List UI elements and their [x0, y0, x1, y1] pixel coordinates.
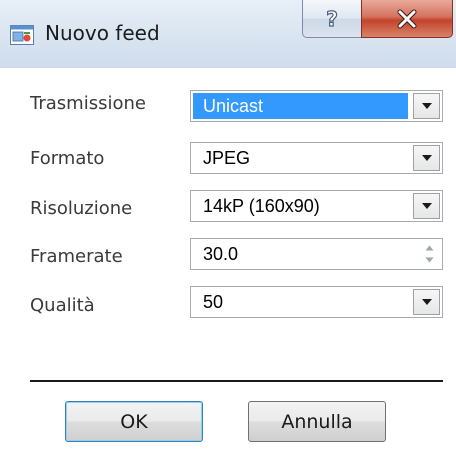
window-title: Nuovo feed [45, 21, 160, 45]
chevron-down-icon [421, 203, 432, 209]
chevron-down-icon [421, 155, 432, 161]
chevron-down-icon [425, 257, 434, 263]
svg-text:?: ? [326, 7, 338, 31]
trasmissione-label: Trasmissione [30, 93, 146, 114]
app-window-icon [10, 25, 34, 45]
framerate-spinbox[interactable]: 30.0 [190, 238, 443, 270]
chevron-up-icon [425, 245, 434, 251]
formato-label: Formato [30, 148, 105, 169]
framerate-value[interactable]: 30.0 [203, 241, 238, 267]
ok-button[interactable]: OK [65, 401, 203, 442]
risoluzione-dropdown-button[interactable] [413, 193, 440, 219]
spin-down-button[interactable] [421, 254, 438, 266]
trasmissione-value: Unicast [193, 93, 408, 119]
question-mark-icon: ? [326, 7, 339, 31]
risoluzione-select[interactable]: 14kP (160x90) [190, 190, 443, 222]
spin-up-button[interactable] [421, 242, 438, 254]
formato-dropdown-button[interactable] [413, 145, 440, 171]
formato-select[interactable]: JPEG [190, 142, 443, 174]
qualita-label: Qualità [30, 295, 95, 316]
framerate-spin-arrows [421, 242, 438, 266]
risoluzione-value: 14kP (160x90) [203, 196, 320, 216]
risoluzione-label: Risoluzione [30, 198, 133, 219]
close-icon [397, 9, 417, 28]
framerate-label: Framerate [30, 246, 123, 267]
chevron-down-icon [421, 299, 432, 305]
trasmissione-dropdown-button[interactable] [413, 93, 440, 119]
trasmissione-select[interactable]: Unicast [190, 90, 443, 122]
help-button[interactable]: ? [302, 0, 362, 38]
separator-line [30, 380, 443, 382]
title-bar[interactable]: Nuovo feed ? [0, 0, 456, 69]
qualita-value: 50 [203, 292, 224, 312]
dialog-window: Nuovo feed ? Trasmissione Unicast Format… [0, 0, 456, 465]
qualita-dropdown-button[interactable] [413, 289, 440, 315]
chevron-down-icon [421, 103, 432, 109]
close-button[interactable] [361, 0, 453, 38]
qualita-select[interactable]: 50 [190, 286, 443, 318]
formato-value: JPEG [203, 148, 251, 168]
dialog-body: Trasmissione Unicast Formato JPEG Risolu… [0, 68, 456, 465]
cancel-button[interactable]: Annulla [248, 401, 386, 442]
